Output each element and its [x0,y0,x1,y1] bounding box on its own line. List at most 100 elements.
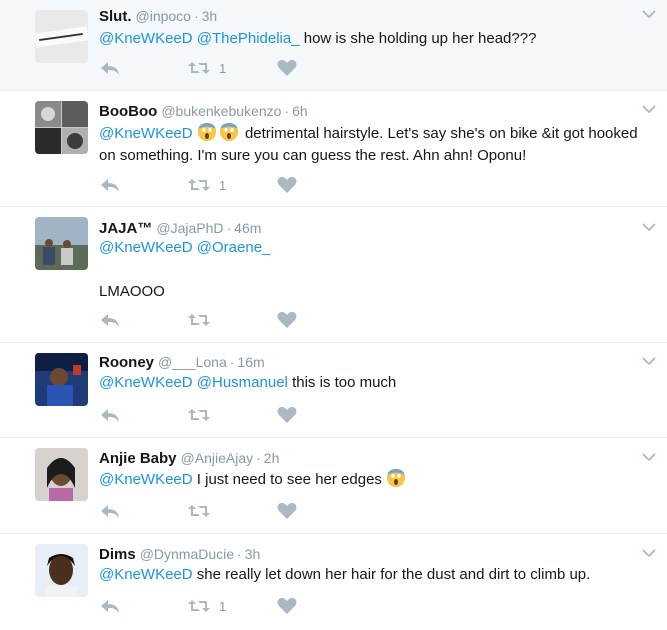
reply-icon [101,62,119,75]
like-button[interactable] [277,175,297,195]
display-name[interactable]: Rooney [99,354,154,371]
tweet-body: this is too much [292,374,397,391]
heart-icon [277,597,297,614]
retweet-icon [188,62,210,74]
avatar[interactable] [35,544,88,597]
tweet[interactable]: Slut. @inpoco · 3h @KneWKeeD @ThePhidelia_ … [0,0,667,91]
like-button[interactable] [277,501,297,521]
user-handle[interactable]: @bukenkebukenzo [161,103,281,119]
chevron-down-icon[interactable] [641,221,657,233]
reply-button[interactable] [99,596,121,616]
tweet-text: @KneWKeeD she really let down her hair f… [99,564,659,586]
mention-link[interactable]: @KneWKeeD [99,374,193,391]
separator-dot: · [229,354,235,370]
reply-icon [101,505,119,518]
retweet-icon [188,179,210,191]
tweet-text: @KneWKeeD @Husmanuel this is too much [99,372,659,394]
avatar[interactable] [35,353,88,406]
tweet-body: LMAOOO [99,283,165,300]
user-handle[interactable]: @inpoco [136,8,191,24]
tweet[interactable]: Anjie Baby @AnjieAjay · 2h @KneWKeeD I just… [0,438,667,534]
display-name[interactable]: Anjie Baby [99,450,177,467]
tweet[interactable]: Dims @DynmaDucie · 3h @KneWKeeD she really … [0,534,667,630]
retweet-button[interactable] [187,501,219,521]
reply-button[interactable] [99,501,121,521]
mention-link[interactable]: @KneWKeeD [99,471,193,488]
mention-link[interactable]: @Oraene_ [197,239,271,256]
mention-link[interactable]: @KneWKeeD [99,30,193,47]
mention-link[interactable]: @KneWKeeD [99,125,193,142]
face-screaming-in-fear-emoji [197,123,216,141]
tweet-body: she really let down her hair for the dus… [196,566,591,583]
timestamp[interactable]: 3h [245,546,261,562]
heart-icon [277,311,297,328]
separator-dot: · [256,450,261,466]
retweet-button[interactable] [187,310,219,330]
tweet[interactable]: JAJA™ @JajaPhD · 46m @KneWKeeD @Oraene_ LMA… [0,207,667,343]
retweet-button[interactable] [187,405,219,425]
tweet-body-continued: on something. I'm sure you can guess the… [99,147,527,164]
timestamp[interactable]: 16m [237,354,264,370]
timestamp[interactable]: 2h [264,450,280,466]
face-screaming-in-fear-emoji [219,123,238,141]
separator-dot: · [284,103,290,119]
tweet-header: Anjie Baby @AnjieAjay · 2h [99,449,279,468]
separator-dot: · [237,546,242,562]
avatar[interactable] [35,448,88,501]
display-name[interactable]: Slut. [99,8,132,25]
reply-button[interactable] [99,175,121,195]
separator-dot: · [226,220,232,236]
separator-dot: · [193,8,199,24]
reply-button[interactable] [99,58,121,78]
reply-icon [101,409,119,422]
mention-link[interactable]: @ThePhidelia_ [197,30,300,47]
like-button[interactable] [277,596,297,616]
heart-icon [277,502,297,519]
user-handle[interactable]: @AnjieAjay [181,450,254,466]
tweet-body: I just need to see her edges [196,471,382,488]
tweet-header: Slut. @inpoco · 3h [99,7,217,26]
tweet[interactable]: BooBoo @bukenkebukenzo · 6h @KneWKeeD detri… [0,91,667,207]
tweet-text: @KneWKeeD I just need to see her edges [99,468,659,491]
user-handle[interactable]: @___Lona [158,354,227,370]
chevron-down-icon[interactable] [641,451,657,463]
retweet-button[interactable]: 1 [187,596,226,616]
display-name[interactable]: BooBoo [99,103,157,120]
like-button[interactable] [277,405,297,425]
mention-link[interactable]: @KneWKeeD [99,239,193,256]
timestamp[interactable]: 46m [234,220,261,236]
retweet-icon [188,314,210,326]
reply-timeline: Slut. @inpoco · 3h @KneWKeeD @ThePhidelia_ … [0,0,667,630]
tweet-text: @KneWKeeD @Oraene_ LMAOOO [99,237,659,303]
heart-icon [277,406,297,423]
mention-link[interactable]: @Husmanuel [197,374,288,391]
reply-button[interactable] [99,310,121,330]
retweet-count: 1 [219,177,227,193]
reply-button[interactable] [99,405,121,425]
tweet[interactable]: Rooney @___Lona · 16m @KneWKeeD @Husmanuel … [0,343,667,438]
retweet-icon [188,409,210,421]
avatar[interactable] [35,10,88,63]
like-button[interactable] [277,310,297,330]
like-button[interactable] [277,58,297,78]
chevron-down-icon[interactable] [641,8,657,20]
avatar[interactable] [35,217,88,270]
retweet-button[interactable]: 1 [187,175,226,195]
timestamp[interactable]: 6h [292,103,308,119]
user-handle[interactable]: @JajaPhD [156,220,223,236]
retweet-icon [188,505,210,517]
tweet-header: Rooney @___Lona · 16m [99,353,265,372]
retweet-button[interactable]: 1 [187,58,226,78]
display-name[interactable]: Dims [99,546,136,563]
chevron-down-icon[interactable] [641,547,657,559]
mention-link[interactable]: @KneWKeeD [99,566,193,583]
chevron-down-icon[interactable] [641,103,657,115]
tweet-header: Dims @DynmaDucie · 3h [99,545,260,564]
tweet-text: @KneWKeeD detrimental hairstyle. Let's s… [99,122,659,167]
chevron-down-icon[interactable] [641,355,657,367]
user-handle[interactable]: @DynmaDucie [140,546,234,562]
avatar[interactable] [35,101,88,154]
timestamp[interactable]: 3h [202,8,218,24]
display-name[interactable]: JAJA™ [99,220,152,237]
tweet-body: detrimental hairstyle. Let's say she's o… [244,125,638,142]
